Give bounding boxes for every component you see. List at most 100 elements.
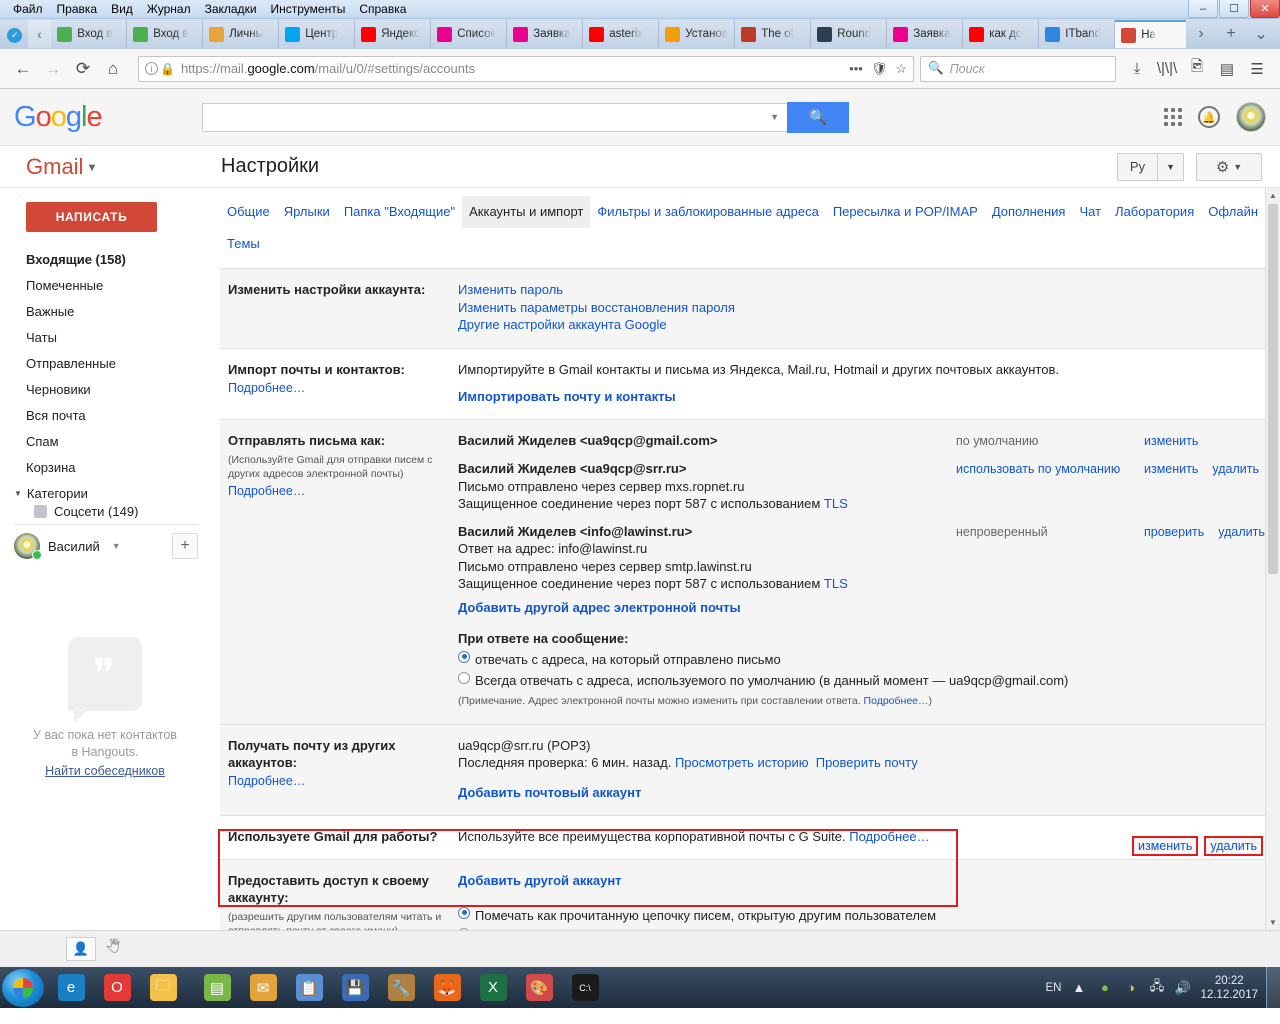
compose-button[interactable]: НАПИСАТЬ: [26, 202, 157, 232]
chevron-down-icon[interactable]: ▼: [112, 541, 121, 551]
screenshot-icon[interactable]: 🖻: [1182, 54, 1212, 84]
reply-option-row[interactable]: отвечать с адреса, на который отправлено…: [458, 650, 1262, 668]
browser-tab[interactable]: ITband: [1039, 20, 1116, 48]
settings-tab[interactable]: Пересылка и POP/IMAP: [826, 196, 985, 228]
scrollbar-thumb[interactable]: [1268, 204, 1278, 574]
chevron-down-icon[interactable]: ▼: [86, 162, 97, 174]
browser-tab[interactable]: Заявка: [507, 20, 584, 48]
import-mail-contacts-link[interactable]: Импортировать почту и контакты: [458, 389, 676, 404]
page-actions-icon[interactable]: •••: [849, 61, 863, 76]
taskbar-item-explorer[interactable]: 🗀: [140, 969, 186, 1007]
clock[interactable]: 20:22 12.12.2017: [1200, 974, 1258, 1002]
tls-link[interactable]: TLS: [824, 576, 848, 591]
add-another-email-link[interactable]: Добавить другой адрес электронной почты: [458, 600, 741, 615]
chevron-down-icon[interactable]: ▼: [1158, 154, 1183, 180]
taskbar-item-chart-app[interactable]: ▤: [194, 969, 240, 1007]
reload-button[interactable]: ⟳: [68, 54, 98, 84]
change-recovery-link[interactable]: Изменить параметры восстановления пароля: [458, 299, 1262, 317]
start-button[interactable]: [2, 968, 44, 1007]
back-button[interactable]: ←: [8, 54, 38, 84]
taskbar-item-tool-app[interactable]: 🔧: [378, 969, 424, 1007]
menu-item-bookmarks[interactable]: Закладки: [198, 0, 264, 18]
action-удалить[interactable]: удалить: [1212, 461, 1259, 478]
get-mail-more-link[interactable]: Подробнее…: [228, 774, 305, 788]
settings-tab[interactable]: Папка "Входящие": [337, 196, 462, 228]
taskbar-item-notepad-app[interactable]: 📋: [286, 969, 332, 1007]
sidebar-item[interactable]: Спам: [0, 428, 210, 454]
library-icon[interactable]: \|\|\: [1152, 54, 1182, 84]
radio-reply-always-default[interactable]: [458, 671, 470, 684]
browser-tab[interactable]: Round: [811, 20, 888, 48]
person-icon[interactable]: 👤: [66, 937, 96, 961]
reply-note-more-link[interactable]: Подробнее…: [864, 695, 929, 707]
sidebar-categories-toggle[interactable]: ▼ Категории: [0, 480, 210, 505]
sidebar-item[interactable]: Черновики: [0, 376, 210, 402]
settings-tab[interactable]: Темы: [220, 228, 267, 260]
taskbar-item-opera[interactable]: O: [94, 969, 140, 1007]
gmail-search-input[interactable]: ▼: [202, 102, 787, 132]
browser-tab[interactable]: Вход в: [51, 20, 128, 48]
download-icon[interactable]: ⤓: [1122, 54, 1152, 84]
close-icon[interactable]: ✕: [1182, 27, 1186, 43]
browser-tab[interactable]: Вход в: [127, 20, 204, 48]
taskbar-item-mail-client[interactable]: ✉: [240, 969, 286, 1007]
site-info-icon[interactable]: i: [145, 62, 158, 75]
action-удалить[interactable]: удалить: [1218, 524, 1265, 541]
send-as-more-link[interactable]: Подробнее…: [228, 484, 305, 498]
sidebar-item[interactable]: Отправленные: [0, 350, 210, 376]
sidebar-item[interactable]: Помеченные: [0, 272, 210, 298]
menu-item-file[interactable]: Файл: [6, 0, 50, 18]
browser-tab[interactable]: Список: [431, 20, 508, 48]
radio-do-not-mark-as-read[interactable]: [458, 927, 470, 930]
radio-mark-as-read[interactable]: [458, 906, 470, 919]
taskbar-item-internet-explorer[interactable]: e: [48, 969, 94, 1007]
sidebar-item[interactable]: Чаты: [0, 324, 210, 350]
list-all-tabs-button[interactable]: ⌄: [1246, 20, 1276, 48]
set-as-default-link[interactable]: использовать по умолчанию: [956, 460, 1144, 478]
sidebar-item[interactable]: Важные: [0, 298, 210, 324]
find-contacts-link[interactable]: Найти собеседников: [14, 764, 196, 778]
menu-item-help[interactable]: Справка: [352, 0, 413, 18]
bookmark-star-icon[interactable]: ☆: [895, 61, 907, 77]
reply-option-row[interactable]: Всегда отвечать с адреса, используемого …: [458, 671, 1262, 689]
settings-tab[interactable]: Фильтры и заблокированные адреса: [590, 196, 825, 228]
browser-tab[interactable]: Центр: [279, 20, 356, 48]
action-изменить[interactable]: изменить: [1144, 461, 1198, 478]
taskbar-item-firefox[interactable]: 🦊: [424, 969, 470, 1007]
menu-item-view[interactable]: Вид: [104, 0, 140, 18]
volume-icon[interactable]: 🔊: [1174, 979, 1191, 996]
browser-tab[interactable]: Установ: [659, 20, 736, 48]
sidebar-icon[interactable]: ▤: [1212, 54, 1242, 84]
update-icon[interactable]: ◑: [1122, 979, 1139, 996]
maximize-button[interactable]: ☐: [1219, 0, 1249, 18]
action-проверить[interactable]: проверить: [1144, 524, 1204, 541]
import-more-link[interactable]: Подробнее…: [228, 381, 305, 395]
gsuite-more-link[interactable]: Подробнее…: [849, 829, 929, 844]
radio-reply-from-received[interactable]: [458, 650, 470, 663]
home-button[interactable]: ⌂: [98, 54, 128, 84]
action-изменить[interactable]: изменить: [1144, 433, 1198, 450]
sidebar-item[interactable]: Корзина: [0, 454, 210, 480]
avatar[interactable]: [14, 533, 42, 560]
new-tab-button[interactable]: +: [1216, 20, 1246, 48]
pocket-icon[interactable]: 🛡: [871, 61, 888, 77]
scroll-up-button[interactable]: ▲: [1266, 188, 1280, 203]
tab-scroll-left-button[interactable]: ‹: [27, 20, 52, 48]
antivirus-icon[interactable]: ●: [1096, 979, 1113, 996]
accessibility-icon[interactable]: 🖑: [98, 937, 128, 961]
settings-tab[interactable]: Офлайн: [1201, 196, 1265, 228]
hangouts-user-name[interactable]: Василий: [48, 539, 100, 554]
show-hidden-icons-icon[interactable]: ▲: [1070, 979, 1087, 996]
settings-gear-button[interactable]: ⚙ ▼: [1196, 152, 1262, 181]
grant-option-row[interactable]: Помечать как прочитанную цепочку писем, …: [458, 906, 1262, 924]
taskbar-item-terminal[interactable]: C:\: [562, 969, 608, 1007]
language-indicator[interactable]: EN: [1045, 982, 1061, 994]
hangouts-add-button[interactable]: +: [172, 533, 198, 559]
sidebar-item[interactable]: Вся почта: [0, 402, 210, 428]
grant-option-row[interactable]: Не помечать как прочитанную цепочку писе…: [458, 927, 1262, 930]
avatar[interactable]: [1236, 102, 1266, 132]
tab-scroll-right-button[interactable]: ›: [1186, 20, 1216, 48]
main-scrollbar[interactable]: ▲ ▼: [1265, 188, 1280, 930]
edit-account-button[interactable]: изменить: [1132, 836, 1199, 856]
sync-tab-icon[interactable]: ✓: [2, 22, 28, 48]
